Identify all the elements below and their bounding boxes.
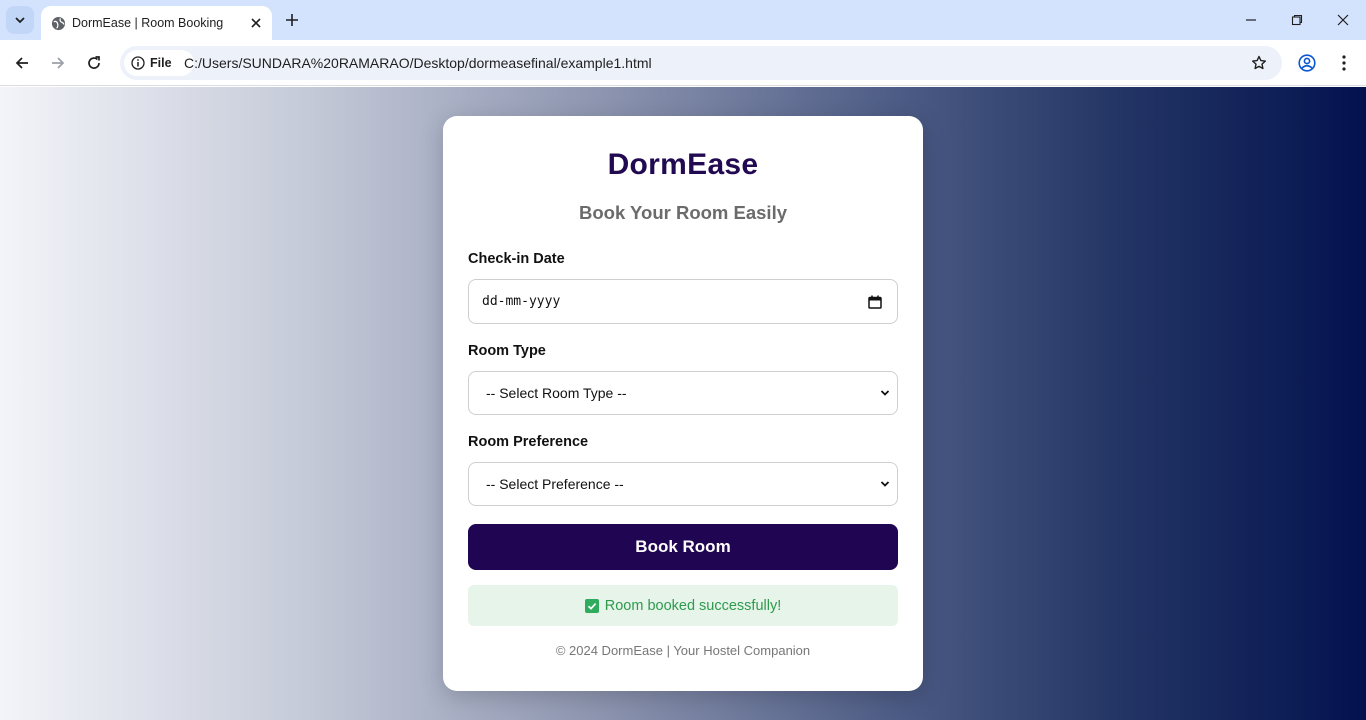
more-vert-icon[interactable] <box>1332 50 1356 76</box>
forward-button[interactable] <box>43 48 73 78</box>
room-preference-select[interactable]: -- Select Preference -- <box>468 462 898 506</box>
chevron-down-icon <box>15 17 25 24</box>
browser-toolbar: File C:/Users/SUNDARA%20RAMARAO/Desktop/… <box>0 40 1366 86</box>
page-viewport: DormEase Book Your Room Easily Check-in … <box>0 87 1366 720</box>
check-icon <box>584 598 599 613</box>
checkin-date-input[interactable]: dd-mm-yyyy <box>468 279 898 324</box>
tab-title: DormEase | Room Booking <box>72 16 224 30</box>
room-type-select[interactable]: -- Select Room Type -- <box>468 371 898 415</box>
minimize-button[interactable] <box>1228 0 1274 40</box>
new-tab-button[interactable] <box>280 8 304 32</box>
reload-icon <box>88 56 100 69</box>
globe-icon <box>50 15 66 31</box>
back-button[interactable] <box>7 48 37 78</box>
page-subtitle: Book Your Room Easily <box>579 202 787 223</box>
url-text[interactable]: C:/Users/SUNDARA%20RAMARAO/Desktop/dorme… <box>184 55 652 71</box>
room-preference-selected: -- Select Preference -- <box>486 476 624 492</box>
book-room-button[interactable]: Book Room <box>468 524 898 570</box>
star-icon[interactable] <box>1248 52 1270 74</box>
chevron-down-icon <box>879 478 891 490</box>
info-icon <box>131 56 145 70</box>
tab-search-button[interactable] <box>6 6 34 34</box>
restore-button[interactable] <box>1274 0 1320 40</box>
room-type-selected: -- Select Room Type -- <box>486 385 627 401</box>
brand-title: DormEase <box>607 148 759 181</box>
chevron-down-icon <box>879 387 891 399</box>
window-close-button[interactable] <box>1320 0 1366 40</box>
room-preference-label: Room Preference <box>468 434 589 450</box>
footer-text: © 2024 DormEase | Your Hostel Companion <box>555 643 811 658</box>
window-close-icon <box>1337 14 1349 26</box>
profile-icon[interactable] <box>1294 50 1320 76</box>
restore-icon <box>1291 14 1303 26</box>
browser-tab[interactable]: DormEase | Room Booking <box>41 6 272 40</box>
calendar-icon[interactable] <box>867 294 883 310</box>
minimize-icon <box>1246 19 1256 21</box>
chip-label: File <box>150 56 172 70</box>
checkin-date-value: dd-mm-yyyy <box>482 294 561 309</box>
room-type-label: Room Type <box>468 343 546 359</box>
address-bar[interactable]: File C:/Users/SUNDARA%20RAMARAO/Desktop/… <box>120 46 1282 80</box>
success-message: Room booked successfully! <box>468 585 898 626</box>
checkin-label: Check-in Date <box>468 251 565 267</box>
close-icon[interactable] <box>248 15 264 31</box>
back-arrow-icon <box>15 57 28 69</box>
success-text: Room booked successfully! <box>604 597 782 614</box>
booking-card: DormEase Book Your Room Easily Check-in … <box>443 116 923 691</box>
plus-icon <box>286 14 298 26</box>
browser-tabstrip: DormEase | Room Booking <box>0 0 1366 40</box>
reload-button[interactable] <box>79 48 109 78</box>
forward-arrow-icon <box>52 57 65 69</box>
